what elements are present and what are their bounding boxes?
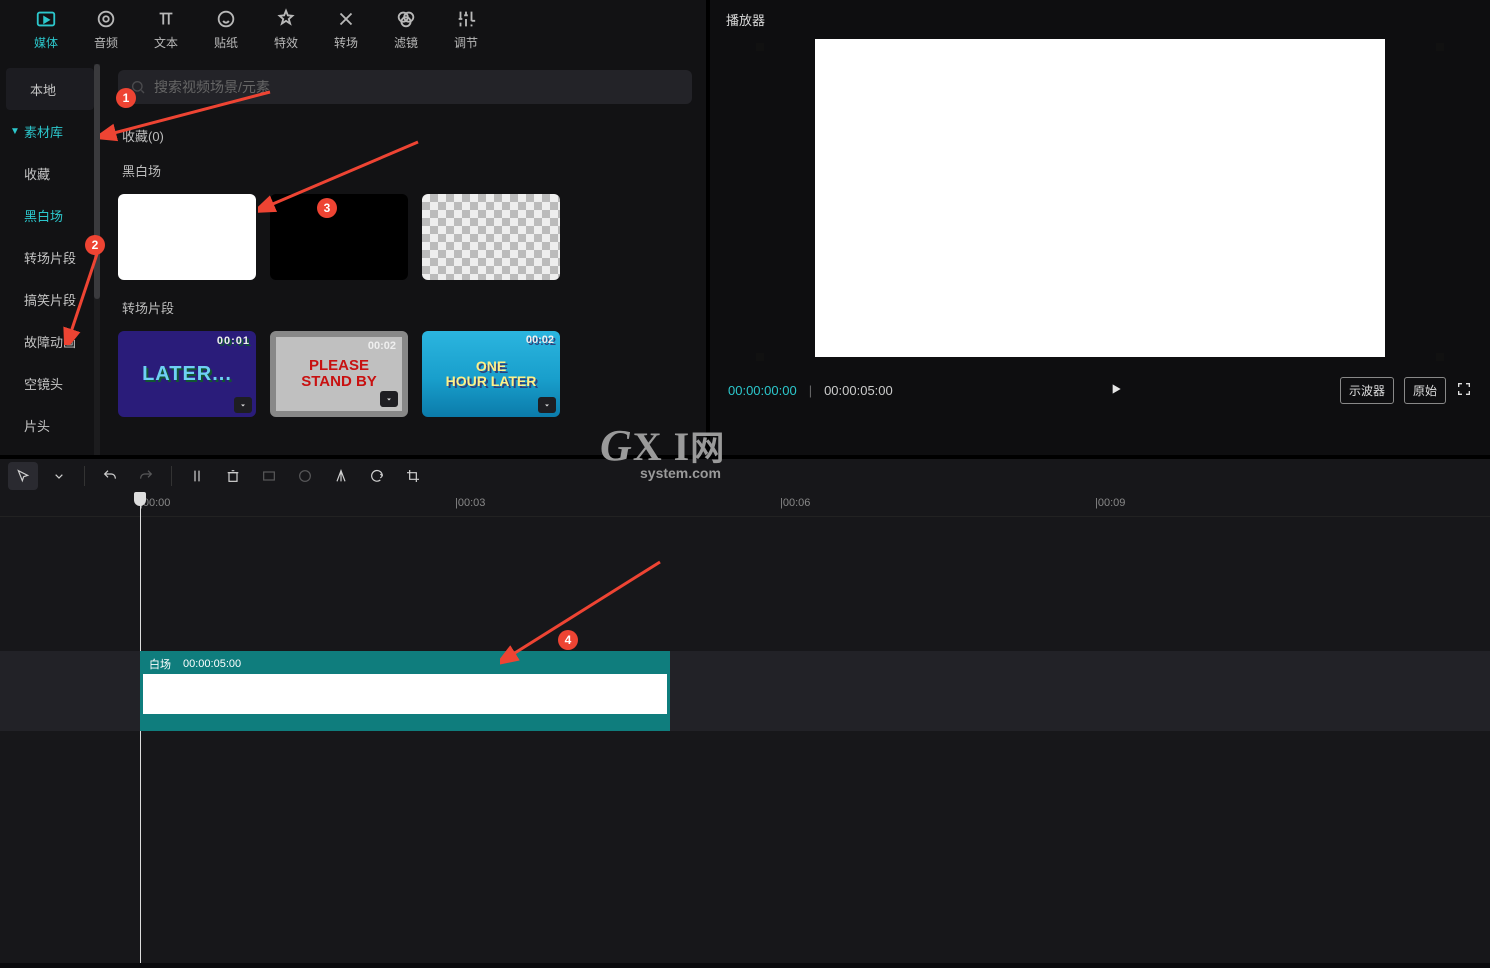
thumb-text: LATER... [142, 363, 232, 386]
search-bar[interactable] [118, 70, 692, 104]
clip-name: 白场 [149, 656, 171, 672]
pointer-tool[interactable] [8, 462, 38, 490]
clip-foot [143, 714, 667, 731]
tab-label: 调节 [454, 34, 478, 51]
timeline-clip[interactable]: 白场 00:00:05:00 [140, 651, 670, 731]
sidebar-label: 片头 [24, 416, 50, 435]
tab-label: 音频 [94, 34, 118, 51]
section-transitions-title: 转场片段 [118, 292, 692, 327]
download-icon[interactable] [538, 397, 556, 413]
thumb-duration: 00:02 [368, 341, 396, 353]
sidebar-item-intro[interactable]: 片头 [0, 404, 100, 446]
player-title: 播放器 [722, 8, 1478, 37]
sidebar-item-favorites[interactable]: 收藏 [0, 152, 100, 194]
tab-effect[interactable]: 特效 [256, 8, 316, 64]
rotate-button[interactable] [362, 462, 392, 490]
caret-down-icon: ▼ [10, 126, 20, 137]
tab-label: 转场 [334, 34, 358, 51]
canvas-corner [756, 353, 764, 361]
search-icon [130, 79, 146, 95]
sidebar: 本地 ▼ 素材库 收藏 黑白场 转场片段 搞笑片段 故障动画 空镜头 片头 [0, 64, 100, 455]
tab-filter[interactable]: 滤镜 [376, 8, 436, 64]
timeline-ruler[interactable]: |00:00 |00:03 |00:06 |00:09 [0, 493, 1490, 517]
sidebar-label: 转场片段 [24, 248, 76, 267]
thumb-text: ONEHOUR LATER [446, 359, 537, 388]
record-button[interactable] [290, 462, 320, 490]
player-total-time: 00:00:05:00 [824, 383, 893, 398]
tab-media[interactable]: 媒体 [16, 8, 76, 64]
section-favorites-title: 收藏(0) [118, 120, 692, 155]
speed-button[interactable] [254, 462, 284, 490]
search-input[interactable] [154, 79, 680, 95]
sidebar-label: 收藏 [24, 164, 50, 183]
original-button[interactable]: 原始 [1404, 377, 1446, 404]
play-button[interactable] [1108, 381, 1124, 400]
sidebar-item-funny[interactable]: 搞笑片段 [0, 278, 100, 320]
time-separator: | [807, 383, 814, 398]
canvas-corner [1436, 43, 1444, 51]
player-current-time: 00:00:00:00 [728, 383, 797, 398]
tab-label: 贴纸 [214, 34, 238, 51]
thumb-duration: 00:01 [217, 335, 250, 347]
sidebar-item-local[interactable]: 本地 [6, 68, 94, 110]
section-bw-title: 黑白场 [118, 155, 692, 190]
sidebar-item-transitions[interactable]: 转场片段 [0, 236, 100, 278]
tab-audio[interactable]: 音频 [76, 8, 136, 64]
sidebar-label: 黑白场 [24, 206, 63, 225]
undo-button[interactable] [95, 462, 125, 490]
sidebar-label: 故障动画 [24, 332, 76, 351]
sidebar-label: 本地 [30, 80, 56, 99]
sidebar-label: 素材库 [24, 122, 63, 141]
redo-button[interactable] [131, 462, 161, 490]
sidebar-item-glitch[interactable]: 故障动画 [0, 320, 100, 362]
tab-adjust[interactable]: 调节 [436, 8, 496, 64]
tab-text[interactable]: 文本 [136, 8, 196, 64]
clip-duration: 00:00:05:00 [183, 658, 241, 670]
playhead-handle[interactable] [134, 492, 146, 506]
timeline-toolbar [0, 455, 1490, 493]
thumb-text: PLEASESTAND BY [301, 358, 377, 390]
ruler-mark: |00:06 [780, 497, 810, 509]
thumb-duration: 00:02 [526, 335, 554, 347]
crop-button[interactable] [398, 462, 428, 490]
split-button[interactable] [182, 462, 212, 490]
player-canvas[interactable] [815, 39, 1385, 357]
thumb-standby[interactable]: PLEASESTAND BY 00:02 [270, 331, 408, 417]
tab-label: 特效 [274, 34, 298, 51]
thumb-later[interactable]: LATER... 00:01 [118, 331, 256, 417]
sidebar-item-empty[interactable]: 空镜头 [0, 362, 100, 404]
delete-button[interactable] [218, 462, 248, 490]
sidebar-item-bw[interactable]: 黑白场 [0, 194, 100, 236]
mirror-button[interactable] [326, 462, 356, 490]
tab-sticker[interactable]: 贴纸 [196, 8, 256, 64]
ruler-mark: |00:03 [455, 497, 485, 509]
timeline-panel: |00:00 |00:03 |00:06 |00:09 封面 白场 00:00:… [0, 493, 1490, 963]
sidebar-scrollbar[interactable] [94, 64, 100, 455]
download-icon[interactable] [234, 397, 252, 413]
download-icon[interactable] [380, 391, 398, 407]
tab-transition[interactable]: 转场 [316, 8, 376, 64]
canvas-corner [756, 43, 764, 51]
thumb-transparent[interactable] [422, 194, 560, 280]
canvas-corner [1436, 353, 1444, 361]
thumb-white[interactable] [118, 194, 256, 280]
top-tabs: 媒体 音频 文本 贴纸 特效 转场 滤镜 调节 [0, 8, 706, 64]
thumb-black[interactable] [270, 194, 408, 280]
tab-label: 滤镜 [394, 34, 418, 51]
sidebar-label: 空镜头 [24, 374, 63, 393]
fullscreen-button[interactable] [1456, 381, 1472, 400]
video-track[interactable]: 白场 00:00:05:00 [0, 651, 1490, 731]
clip-body [143, 674, 667, 714]
thumb-hourlater[interactable]: ONEHOUR LATER 00:02 [422, 331, 560, 417]
tab-media-label: 媒体 [34, 34, 58, 51]
tab-label: 文本 [154, 34, 178, 51]
tool-dropdown[interactable] [44, 462, 74, 490]
sidebar-label: 搞笑片段 [24, 290, 76, 309]
sidebar-item-library[interactable]: ▼ 素材库 [0, 110, 100, 152]
oscilloscope-button[interactable]: 示波器 [1340, 377, 1394, 404]
ruler-mark: |00:09 [1095, 497, 1125, 509]
